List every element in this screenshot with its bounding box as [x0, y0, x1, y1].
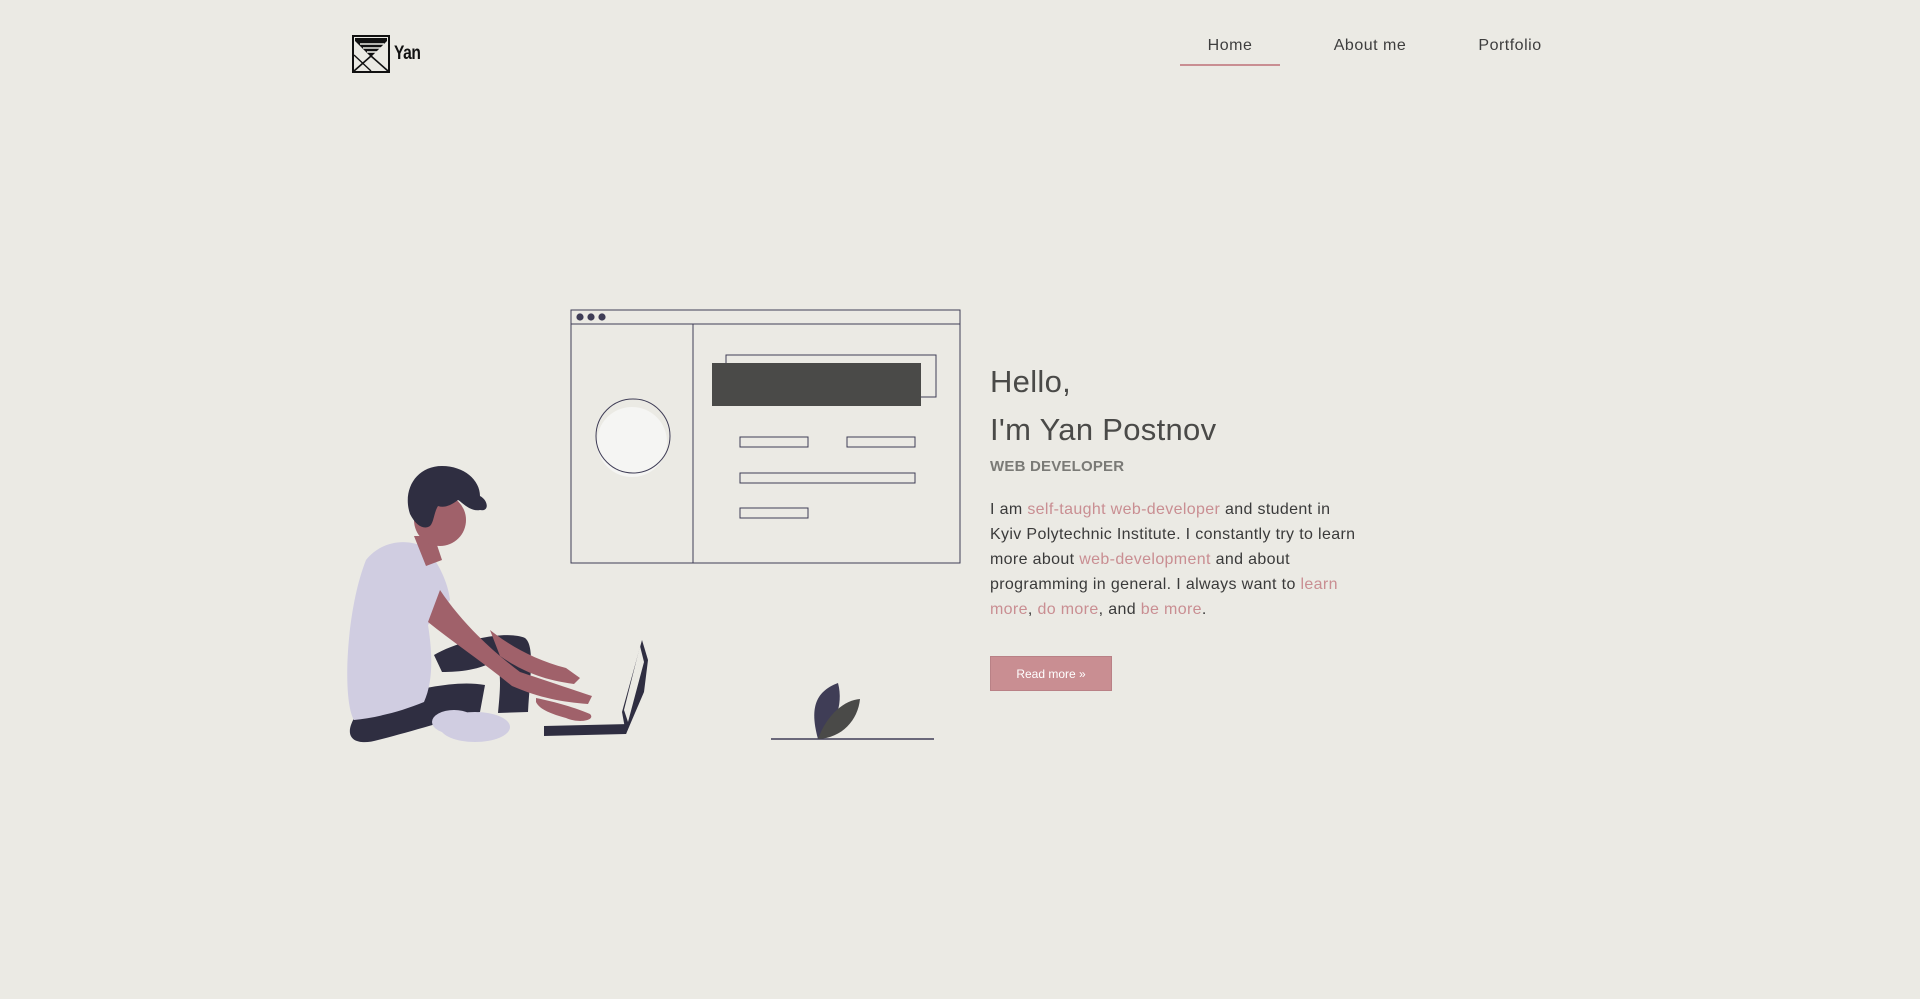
browser-window-illustration [570, 309, 961, 564]
highlight-do-more[interactable]: do more [1037, 601, 1098, 618]
hero-greeting: Hello, [990, 364, 1072, 399]
person-with-laptop-illustration [347, 466, 648, 743]
about-text: , and [1098, 601, 1141, 618]
hero-section: Hello, I'm Yan Postnov WEB DEVELOPER I a… [990, 358, 1355, 691]
hero-illustration [347, 309, 961, 743]
window-control-dots-icon [576, 313, 606, 321]
nav-about-me[interactable]: About me [1320, 28, 1420, 64]
nav-home[interactable]: Home [1180, 28, 1280, 66]
hero-name: I'm Yan Postnov [990, 412, 1217, 447]
highlight-web-development[interactable]: web-development [1079, 551, 1211, 568]
main-nav: Home About me Portfolio [0, 28, 1920, 68]
highlight-be-more[interactable]: be more [1141, 601, 1202, 618]
hero-about-paragraph: I am self-taught web-developer and stude… [990, 497, 1360, 622]
hero-role: WEB DEVELOPER [990, 458, 1125, 475]
nav-portfolio[interactable]: Portfolio [1460, 28, 1560, 64]
about-text: , [1027, 601, 1038, 618]
leaf-plant-icon [771, 683, 934, 740]
about-text: . [1201, 601, 1207, 618]
highlight-self-taught-web-developer[interactable]: self-taught web-developer [1027, 501, 1220, 518]
about-text: I am [990, 501, 1028, 518]
read-more-button[interactable]: Read more » [990, 656, 1112, 691]
page: Yan Home About me Portfolio Hello, I'm Y… [0, 0, 1920, 999]
